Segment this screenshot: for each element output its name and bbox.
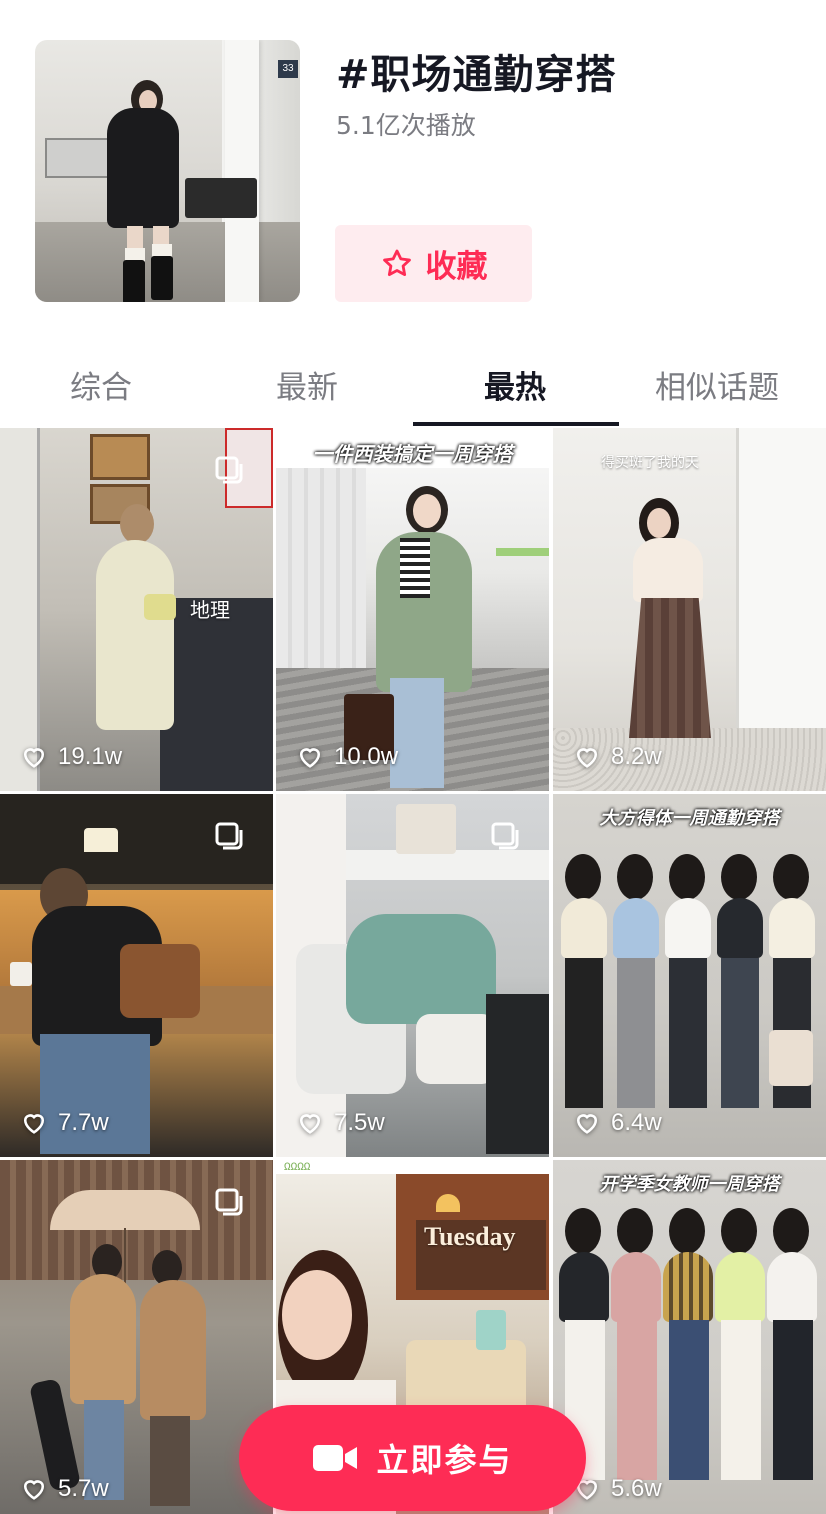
video-like-count: 5.7w <box>20 1475 109 1503</box>
video-caption: 一件西装搞定一周穿搭 <box>312 442 513 466</box>
multi-image-icon <box>215 822 243 850</box>
heart-outline-icon <box>23 1114 45 1134</box>
video-card[interactable]: 7.5w <box>276 794 549 1157</box>
topic-tabs: 综合 最新 最热 相似话题 <box>0 348 826 426</box>
video-card[interactable]: 5.7w <box>0 1160 273 1514</box>
tab-latest[interactable]: 最新 <box>276 362 338 407</box>
favorite-button[interactable]: 收藏 <box>335 225 532 302</box>
tab-similar-topics[interactable]: 相似话题 <box>655 362 779 407</box>
topic-cover-image[interactable]: 33 <box>35 40 300 302</box>
tab-hottest[interactable]: 最热 <box>484 362 546 407</box>
active-tab-indicator <box>413 422 619 426</box>
heart-outline-icon <box>299 748 321 768</box>
video-like-count: 6.4w <box>573 1109 662 1137</box>
topic-view-count: 5.1亿次播放 <box>336 111 476 140</box>
heart-outline-icon <box>576 748 598 768</box>
video-like-count: 19.1w <box>20 743 122 771</box>
star-outline-icon <box>382 249 411 276</box>
video-like-count: 5.6w <box>573 1475 662 1503</box>
video-like-count: 7.5w <box>296 1109 385 1137</box>
heart-outline-icon <box>23 1480 45 1500</box>
door-number-sign: 33 <box>278 60 298 78</box>
multi-image-icon <box>215 1188 243 1216</box>
multi-image-icon <box>491 822 519 850</box>
heart-outline-icon <box>23 748 45 768</box>
multi-image-icon <box>215 456 243 484</box>
video-overlay-text: 地理 <box>190 598 230 622</box>
video-card[interactable]: 一件西装搞定一周穿搭 10.0w <box>276 428 549 791</box>
video-like-count: 8.2w <box>573 743 662 771</box>
video-caption: 开学季女教师一周穿搭 <box>599 1174 780 1195</box>
video-card[interactable]: 开学季女教师一周穿搭 5.6w <box>553 1160 826 1514</box>
favorite-label: 收藏 <box>425 249 488 285</box>
participate-button[interactable]: 立即参与 <box>239 1405 586 1511</box>
video-card[interactable]: 7.7w <box>0 794 273 1157</box>
topic-title: #职场通勤穿搭 <box>336 52 617 98</box>
video-camera-icon <box>313 1445 358 1471</box>
video-caption: 大方得体一周通勤穿搭 <box>599 808 780 829</box>
video-card[interactable]: 得买斑了我的天 8.2w <box>553 428 826 791</box>
video-overlay-text: 得买斑了我的天 <box>601 455 699 471</box>
video-card[interactable]: 地理 19.1w <box>0 428 273 791</box>
participate-label: 立即参与 <box>376 1441 513 1479</box>
video-card[interactable]: 大方得体一周通勤穿搭 6.4w <box>553 794 826 1157</box>
tab-comprehensive[interactable]: 综合 <box>70 362 132 407</box>
heart-outline-icon <box>576 1114 598 1134</box>
video-like-count: 7.7w <box>20 1109 109 1137</box>
heart-outline-icon <box>299 1114 321 1134</box>
video-like-count: 10.0w <box>296 743 398 771</box>
video-overlay-text: Tuesday <box>424 1222 516 1251</box>
